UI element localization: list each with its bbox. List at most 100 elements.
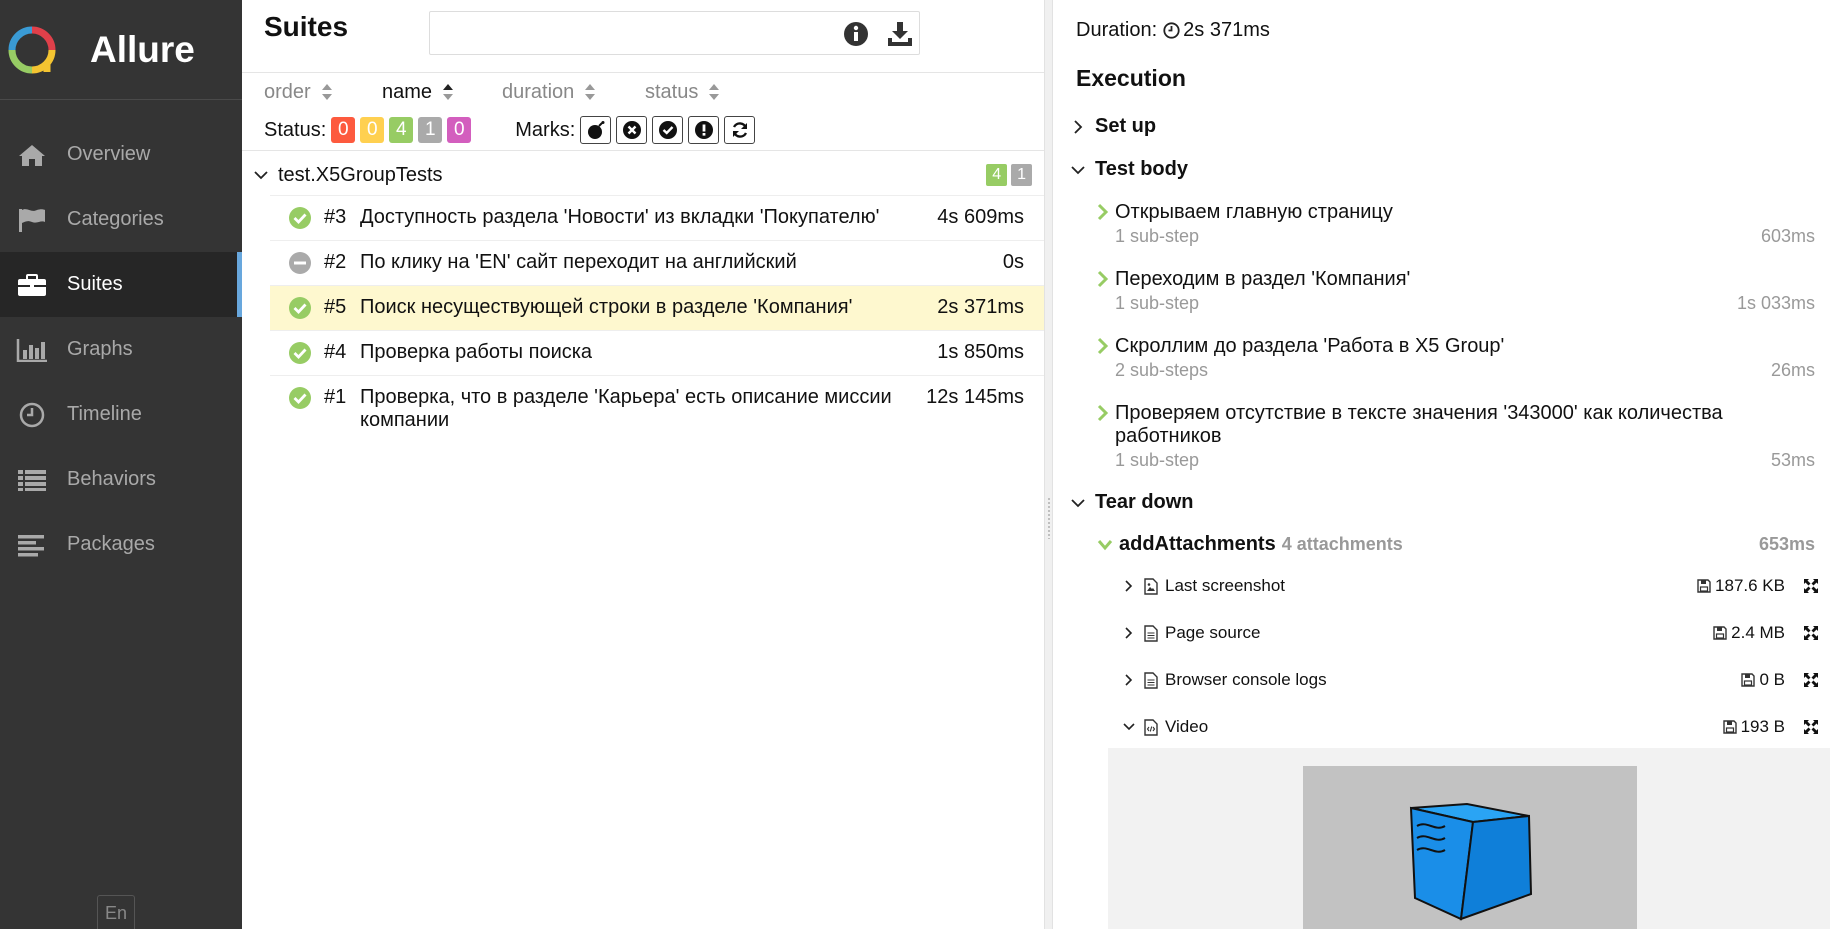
sidebar-item-packages[interactable]: Packages — [0, 512, 242, 577]
add-attachments-step[interactable]: addAttachments 4 attachments 653ms — [1097, 533, 1815, 556]
step-row[interactable]: Открываем главную страницу 1 sub-step 603… — [1097, 201, 1815, 247]
divider — [242, 150, 1044, 151]
attachment-row[interactable]: Page source 2.4 MB — [1123, 618, 1829, 648]
step-passed-chevron-icon — [1097, 270, 1109, 288]
chevron-down-icon — [254, 171, 268, 180]
test-number: #2 — [324, 251, 347, 273]
test-name: По клику на 'EN' сайт переходит на англи… — [360, 251, 797, 273]
step-duration: 653ms — [1758, 534, 1815, 554]
passed-status-icon — [289, 387, 311, 409]
flag-icon — [16, 207, 48, 233]
exclamation-circle-icon — [694, 121, 713, 139]
attachment-size-value: 193 B — [1740, 717, 1785, 736]
sort-status[interactable]: status — [645, 80, 720, 104]
sidebar-item-timeline[interactable]: Timeline — [0, 382, 242, 447]
status-passed-toggle[interactable]: 4 — [389, 117, 414, 143]
attachment-row[interactable]: Last screenshot 187.6 KB — [1123, 571, 1829, 601]
test-body-section[interactable]: Test body — [1071, 158, 1188, 181]
new-broken-mark-toggle[interactable] — [688, 116, 720, 144]
passed-status-icon — [289, 207, 311, 229]
allure-logo-icon — [8, 26, 56, 73]
attachment-size: 2.4 MB — [1713, 623, 1785, 643]
step-substeps: 1 sub-step — [1115, 450, 1200, 470]
section-label: Set up — [1095, 115, 1157, 137]
step-title: Переходим в раздел 'Компания' — [1115, 268, 1411, 290]
test-duration: 2s 371ms — [937, 296, 1024, 318]
step-substeps: 1 sub-step — [1115, 293, 1200, 313]
sidebar: Allure Overview Categories Suites Graphs… — [0, 0, 242, 929]
step-substeps: 1 sub-step — [1115, 226, 1200, 246]
new-passed-mark-toggle[interactable] — [652, 116, 684, 144]
sidebar-item-label: Timeline — [67, 403, 142, 425]
save-icon — [1741, 673, 1756, 687]
expand-icon[interactable] — [1803, 578, 1819, 594]
status-skipped-toggle[interactable]: 1 — [418, 117, 443, 143]
test-row[interactable]: #4 Проверка работы поиска 1s 850ms — [270, 330, 1044, 375]
marks-filter-label: Marks: — [515, 118, 576, 141]
test-name: Проверка работы поиска — [360, 341, 593, 363]
suite-group-name: test.X5GroupTests — [278, 163, 443, 186]
video-placeholder-cube-icon — [1409, 802, 1533, 921]
new-failed-mark-toggle[interactable] — [616, 116, 648, 144]
flaky-mark-toggle[interactable] — [580, 116, 612, 144]
sort-duration[interactable]: duration — [502, 80, 645, 104]
attachment-row[interactable]: Browser console logs 0 B — [1123, 665, 1829, 695]
execution-title: Execution — [1076, 65, 1186, 91]
sort-icon — [321, 84, 332, 100]
step-row[interactable]: Скроллим до раздела 'Работа в X5 Group' … — [1097, 335, 1815, 381]
step-row[interactable]: Переходим в раздел 'Компания' 1 sub-step… — [1097, 268, 1815, 314]
sidebar-item-behaviors[interactable]: Behaviors — [0, 447, 242, 512]
drag-handle-icon — [1047, 497, 1051, 539]
list-icon — [16, 467, 48, 493]
sidebar-item-graphs[interactable]: Graphs — [0, 317, 242, 382]
test-row-selected[interactable]: #5 Поиск несуществующей строки в разделе… — [270, 285, 1044, 330]
sort-asc-icon — [443, 84, 454, 100]
test-number: #3 — [324, 206, 347, 228]
attachment-size: 0 B — [1741, 670, 1785, 690]
chevron-right-icon — [1125, 580, 1133, 592]
suite-group-row[interactable]: test.X5GroupTests 4 1 — [254, 158, 1032, 192]
attachment-size-value: 0 B — [1759, 670, 1785, 689]
chevron-down-icon — [1071, 498, 1085, 507]
download-button[interactable] — [886, 20, 914, 48]
sort-name[interactable]: name — [382, 80, 502, 104]
sidebar-item-label: Overview — [67, 143, 151, 165]
attachment-row[interactable]: Video 193 B — [1123, 712, 1829, 742]
sidebar-item-suites[interactable]: Suites — [0, 252, 242, 317]
test-duration: 4s 609ms — [937, 206, 1024, 228]
setup-section[interactable]: Set up — [1071, 115, 1156, 138]
step-duration: 53ms — [1770, 450, 1815, 470]
step-name: addAttachments — [1119, 533, 1276, 555]
expand-icon[interactable] — [1803, 672, 1819, 688]
test-number: #4 — [324, 341, 347, 363]
step-passed-chevron-icon — [1097, 404, 1109, 422]
retries-mark-toggle[interactable] — [724, 116, 756, 144]
language-switch[interactable]: En — [97, 895, 135, 929]
brand[interactable]: Allure — [0, 0, 242, 100]
passed-status-icon — [289, 297, 311, 319]
expand-icon[interactable] — [1803, 625, 1819, 641]
test-row[interactable]: #3 Доступность раздела 'Новости' из вкла… — [270, 195, 1044, 240]
section-label: Tear down — [1095, 491, 1194, 513]
test-duration: 0s — [1002, 251, 1024, 273]
step-row[interactable]: Проверяем отсутствие в тексте значения '… — [1097, 402, 1815, 471]
pane-splitter[interactable] — [1044, 0, 1053, 929]
save-icon — [1713, 626, 1727, 640]
video-player[interactable] — [1303, 766, 1637, 929]
sidebar-item-categories[interactable]: Categories — [0, 187, 242, 252]
sidebar-item-overview[interactable]: Overview — [0, 122, 242, 187]
sort-order[interactable]: order — [264, 80, 382, 104]
info-button[interactable] — [842, 20, 870, 48]
status-failed-toggle[interactable]: 0 — [331, 117, 356, 143]
test-row[interactable]: #2 По клику на 'EN' сайт переходит на ан… — [270, 240, 1044, 285]
check-circle-icon — [658, 121, 677, 139]
teardown-section[interactable]: Tear down — [1071, 491, 1194, 514]
test-row[interactable]: #1 Проверка, что в разделе 'Карьера' ест… — [270, 375, 1044, 442]
status-broken-toggle[interactable]: 0 — [360, 117, 385, 143]
step-duration: 1s 033ms — [1736, 293, 1815, 313]
expand-icon[interactable] — [1803, 719, 1819, 735]
sort-label: status — [645, 80, 699, 103]
test-name: Проверка, что в разделе 'Карьера' есть о… — [360, 386, 892, 431]
attachment-name: Video — [1165, 717, 1209, 736]
status-unknown-toggle[interactable]: 0 — [447, 117, 472, 143]
